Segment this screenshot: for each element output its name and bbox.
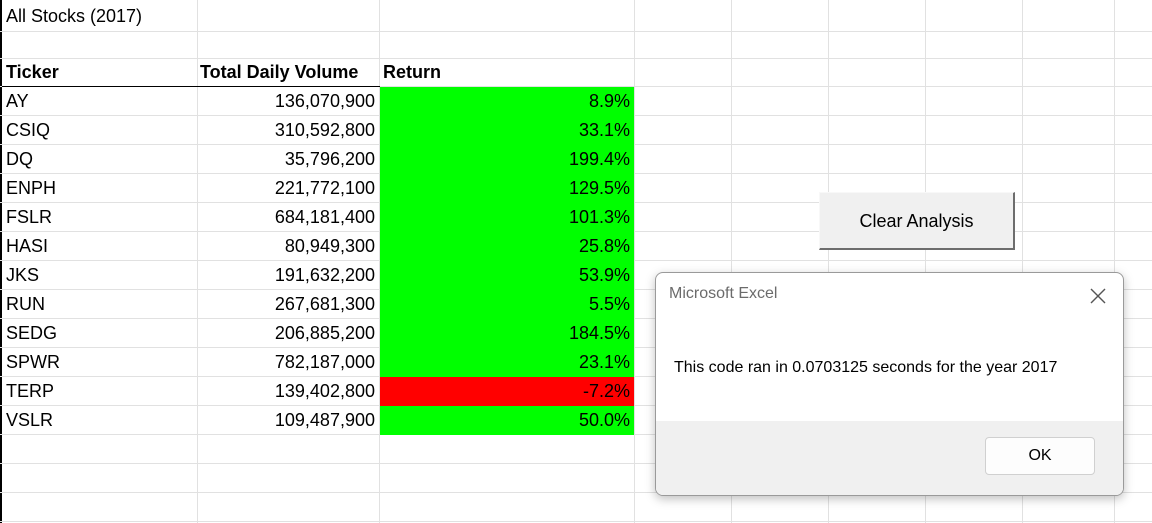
header-total-daily-volume[interactable]: Total Daily Volume: [200, 58, 380, 87]
header-return[interactable]: Return: [383, 58, 583, 87]
volume-cell[interactable]: 136,070,900: [197, 87, 377, 116]
ticker-cell[interactable]: JKS: [6, 261, 196, 290]
ticker-cell[interactable]: CSIQ: [6, 116, 196, 145]
ticker-cell[interactable]: RUN: [6, 290, 196, 319]
dialog-footer: OK: [656, 421, 1123, 495]
dialog-title: Microsoft Excel: [669, 285, 778, 302]
dialog-message: This code ran in 0.0703125 seconds for t…: [674, 359, 1058, 376]
ticker-cell[interactable]: HASI: [6, 232, 196, 261]
return-cell[interactable]: 8.9%: [380, 87, 633, 116]
ticker-cell[interactable]: SEDG: [6, 319, 196, 348]
volume-cell[interactable]: 206,885,200: [197, 319, 377, 348]
volume-cell[interactable]: 139,402,800: [197, 377, 377, 406]
volume-cell[interactable]: 221,772,100: [197, 174, 377, 203]
header-ticker[interactable]: Ticker: [6, 58, 196, 87]
volume-cell[interactable]: 80,949,300: [197, 232, 377, 261]
ticker-cell[interactable]: VSLR: [6, 406, 196, 435]
volume-cell[interactable]: 191,632,200: [197, 261, 377, 290]
close-icon[interactable]: [1088, 286, 1108, 306]
return-cell[interactable]: 184.5%: [380, 319, 633, 348]
volume-cell[interactable]: 310,592,800: [197, 116, 377, 145]
ok-button[interactable]: OK: [985, 437, 1095, 475]
return-cell[interactable]: 129.5%: [380, 174, 633, 203]
return-cell[interactable]: 101.3%: [380, 203, 633, 232]
volume-cell[interactable]: 109,487,900: [197, 406, 377, 435]
sheet-left-border: [0, 0, 2, 523]
return-cell[interactable]: 53.9%: [380, 261, 633, 290]
ticker-cell[interactable]: DQ: [6, 145, 196, 174]
return-cell[interactable]: 199.4%: [380, 145, 633, 174]
return-cell[interactable]: 23.1%: [380, 348, 633, 377]
clear-analysis-button[interactable]: Clear Analysis: [819, 192, 1015, 250]
sheet-title[interactable]: All Stocks (2017): [6, 0, 142, 31]
row-gridline: [0, 31, 1152, 32]
column-gridline: [634, 0, 635, 523]
volume-cell[interactable]: 684,181,400: [197, 203, 377, 232]
return-cell[interactable]: 25.8%: [380, 232, 633, 261]
return-cell[interactable]: 33.1%: [380, 116, 633, 145]
ticker-cell[interactable]: TERP: [6, 377, 196, 406]
volume-cell[interactable]: 782,187,000: [197, 348, 377, 377]
volume-cell[interactable]: 267,681,300: [197, 290, 377, 319]
ticker-cell[interactable]: SPWR: [6, 348, 196, 377]
return-cell[interactable]: -7.2%: [380, 377, 633, 406]
ticker-cell[interactable]: ENPH: [6, 174, 196, 203]
return-cell[interactable]: 5.5%: [380, 290, 633, 319]
row-gridline: [0, 521, 1152, 522]
ticker-cell[interactable]: AY: [6, 87, 196, 116]
message-dialog: Microsoft Excel This code ran in 0.07031…: [655, 272, 1124, 496]
return-cell[interactable]: 50.0%: [380, 406, 633, 435]
volume-cell[interactable]: 35,796,200: [197, 145, 377, 174]
ticker-cell[interactable]: FSLR: [6, 203, 196, 232]
